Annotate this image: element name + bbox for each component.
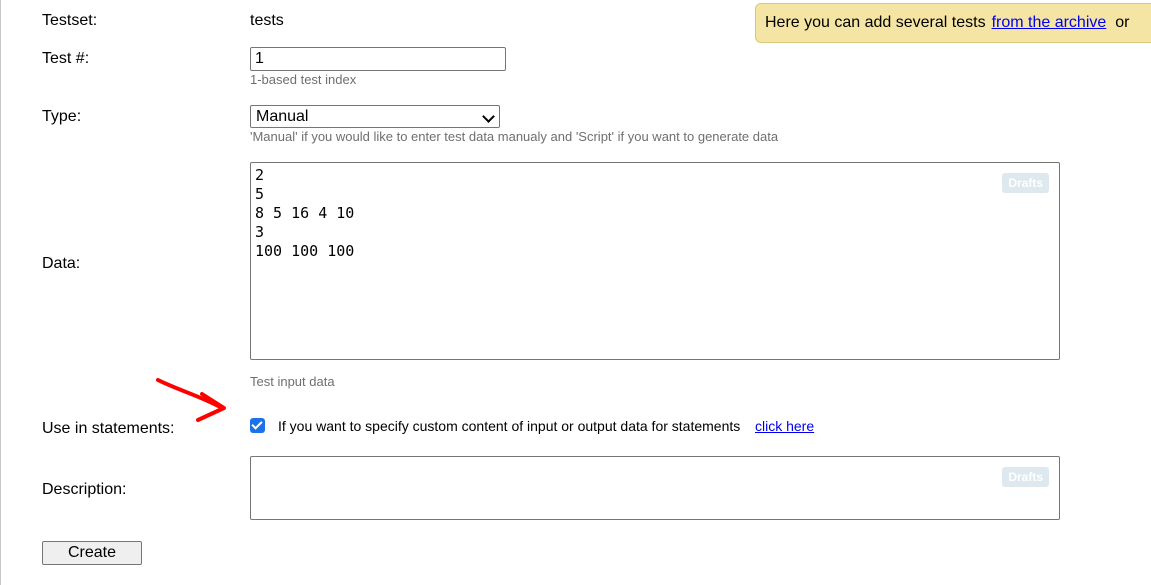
data-drafts-button[interactable]: Drafts — [1002, 173, 1049, 193]
description-textarea[interactable]: Drafts — [250, 456, 1060, 520]
description-label: Description: — [42, 481, 127, 498]
data-line: 2 — [255, 166, 265, 184]
data-content: 2 5 8 5 16 4 10 3 100 100 100 — [255, 166, 354, 261]
use-in-statements-label: Use in statements: — [42, 420, 175, 437]
click-here-link[interactable]: click here — [755, 418, 814, 435]
data-line: 3 — [255, 223, 265, 241]
left-border — [0, 0, 1, 585]
data-line: 100 100 100 — [255, 242, 355, 260]
test-number-hint: 1-based test index — [250, 72, 357, 87]
description-drafts-button[interactable]: Drafts — [1002, 467, 1049, 487]
data-label: Data: — [42, 255, 81, 272]
use-in-statements-text: If you want to specify custom content of… — [278, 418, 741, 434]
type-select[interactable]: Manual — [250, 105, 500, 128]
data-line: 8 5 16 4 10 — [255, 204, 355, 222]
from-archive-link[interactable]: from the archive — [992, 14, 1107, 31]
use-in-statements-checkbox[interactable] — [250, 418, 265, 433]
data-textarea[interactable]: 2 5 8 5 16 4 10 3 100 100 100 Drafts — [250, 162, 1060, 360]
notice-or-text: or — [1115, 14, 1130, 31]
type-select-value: Manual — [256, 108, 309, 125]
chevron-down-icon — [482, 110, 495, 123]
data-line: 5 — [255, 185, 265, 203]
archive-notice: Here you can add several tests from the a… — [755, 3, 1151, 43]
type-label: Type: — [42, 108, 82, 125]
notice-text: Here you can add several tests — [765, 14, 986, 31]
checkmark-icon — [251, 418, 263, 430]
create-button[interactable]: Create — [42, 541, 142, 565]
testset-label: Testset: — [42, 12, 98, 29]
data-hint: Test input data — [250, 374, 335, 389]
test-number-input[interactable] — [250, 47, 506, 71]
testset-value: tests — [250, 12, 284, 29]
test-number-label: Test #: — [42, 50, 90, 67]
type-hint: 'Manual' if you would like to enter test… — [250, 129, 779, 144]
